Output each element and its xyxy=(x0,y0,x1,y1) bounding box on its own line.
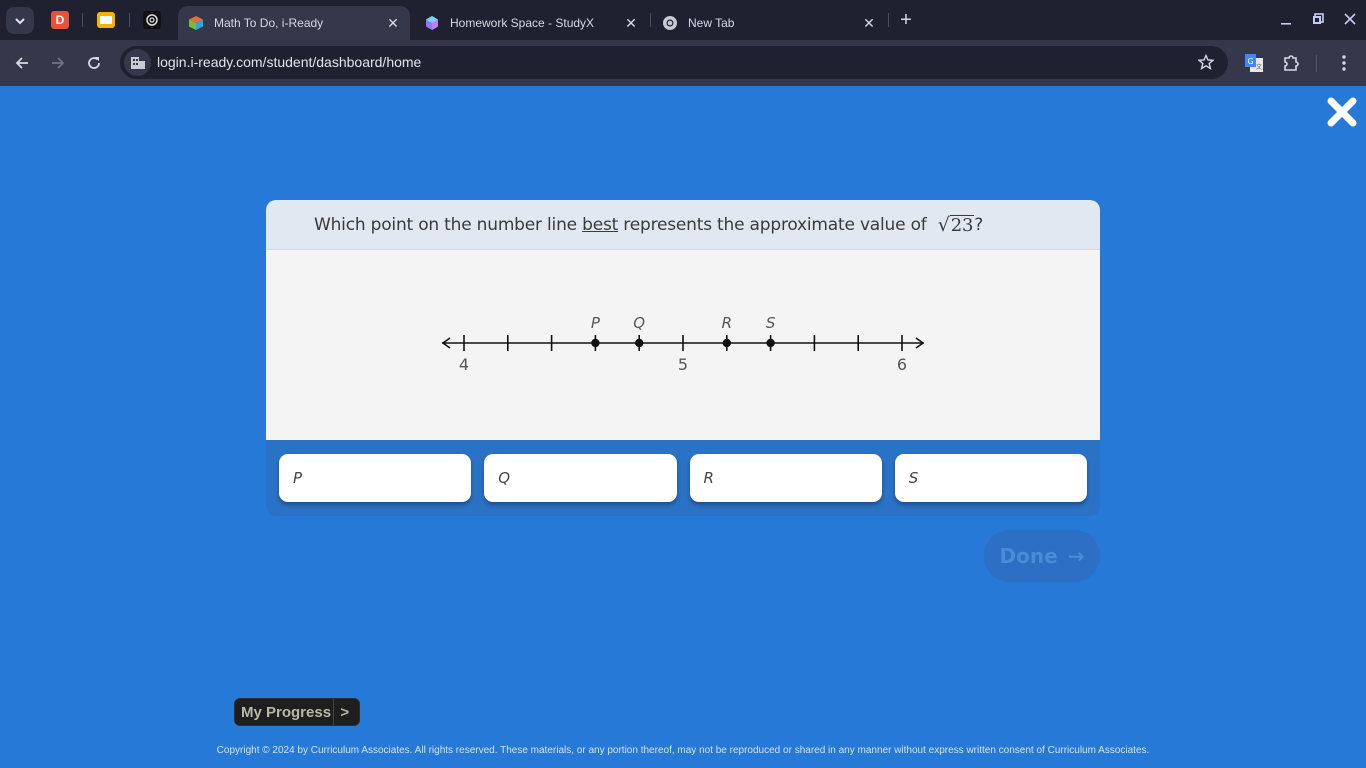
tab-title: New Tab xyxy=(688,16,735,30)
radical-sign: √ xyxy=(937,213,950,236)
minimize-icon xyxy=(1281,23,1291,25)
dashlane-icon: D xyxy=(55,13,65,27)
iready-favicon-icon xyxy=(189,16,203,30)
close-tab-icon[interactable]: ✕ xyxy=(384,14,402,32)
tick-label: 5 xyxy=(678,355,688,374)
done-button[interactable]: Done → xyxy=(984,530,1100,582)
figure-area: 4 5 6 P Q R S xyxy=(266,250,1100,440)
google-translate-extension[interactable]: G文 xyxy=(1243,52,1265,74)
my-progress-label: My Progress xyxy=(241,703,332,721)
my-progress-button[interactable]: My Progress > xyxy=(234,698,360,726)
tab-studyx[interactable]: Homework Space - StudyX ✕ xyxy=(414,6,648,40)
chevron-right-icon: > xyxy=(333,699,359,725)
chevron-down-icon xyxy=(15,17,25,24)
close-icon xyxy=(1344,13,1356,25)
reload-button[interactable] xyxy=(82,51,106,75)
tab-separator xyxy=(888,13,889,27)
tab-separator xyxy=(129,13,130,27)
pinned-tab-chatgpt[interactable] xyxy=(143,11,161,29)
reload-icon xyxy=(88,57,100,69)
browser-menu-button[interactable] xyxy=(1333,52,1355,74)
back-arrow-icon xyxy=(15,57,28,69)
choice-label: Q xyxy=(498,469,511,487)
point-label-q: Q xyxy=(633,314,645,332)
choice-s[interactable]: S xyxy=(894,454,1087,502)
tab-search-button[interactable] xyxy=(6,7,34,34)
slides-icon xyxy=(97,12,115,28)
tab-separator xyxy=(650,13,651,27)
point-q xyxy=(635,338,644,348)
close-icon xyxy=(1327,97,1357,127)
close-lesson-button[interactable] xyxy=(1326,96,1358,128)
point-s xyxy=(766,338,775,348)
svg-text:文: 文 xyxy=(1256,63,1262,71)
tab-strip: D Math To Do, i-Ready ✕ Homework Space -… xyxy=(0,0,1366,40)
studyx-favicon-icon xyxy=(426,16,438,30)
done-label: Done xyxy=(999,544,1058,568)
question-end: ? xyxy=(974,214,984,235)
square-root-expression: √ 23 xyxy=(937,213,975,236)
puzzle-piece-icon xyxy=(1284,55,1299,71)
pinned-tab-dashlane[interactable]: D xyxy=(51,11,69,29)
radicand: 23 xyxy=(949,214,975,236)
close-window-button[interactable] xyxy=(1338,8,1362,30)
site-info-icon xyxy=(130,56,145,69)
tab-new-tab[interactable]: New Tab ✕ xyxy=(652,6,886,40)
close-tab-icon[interactable]: ✕ xyxy=(622,14,640,32)
restore-button[interactable] xyxy=(1306,8,1330,30)
minimize-button[interactable] xyxy=(1274,8,1298,30)
tab-separator xyxy=(82,13,83,27)
point-r xyxy=(722,338,731,348)
tick-label: 6 xyxy=(897,355,907,374)
question-prompt: Which point on the number line best repr… xyxy=(266,200,1100,250)
number-line: 4 5 6 P Q R S xyxy=(441,314,925,374)
answer-choices: P Q R S xyxy=(266,440,1100,516)
extensions-button[interactable] xyxy=(1280,52,1302,74)
question-emphasis: best xyxy=(582,214,619,235)
star-icon xyxy=(1198,54,1214,70)
forward-arrow-icon xyxy=(52,57,65,69)
tick-label: 4 xyxy=(459,355,469,374)
choice-label: P xyxy=(293,469,303,487)
point-p xyxy=(591,338,600,348)
bookmark-button[interactable] xyxy=(1196,52,1216,72)
chrome-icon xyxy=(663,16,677,30)
google-translate-icon: G文 xyxy=(1245,54,1263,72)
choice-label: R xyxy=(703,469,714,487)
question-text-suffix: represents the approximate value of xyxy=(618,214,932,235)
close-tab-icon[interactable]: ✕ xyxy=(860,14,878,32)
restore-icon xyxy=(1313,13,1324,24)
site-info-button[interactable] xyxy=(124,49,151,76)
tab-title: Homework Space - StudyX xyxy=(450,16,595,30)
chatgpt-icon xyxy=(146,14,158,26)
copyright-notice: Copyright © 2024 by Curriculum Associate… xyxy=(216,745,1150,756)
question-text-prefix: Which point on the number line xyxy=(314,214,583,235)
kebab-menu-icon xyxy=(1342,55,1346,71)
pinned-tab-slides[interactable] xyxy=(97,11,115,29)
url-text: login.i-ready.com/student/dashboard/home xyxy=(157,54,422,70)
toolbar-separator xyxy=(1316,55,1317,72)
tab-iready[interactable]: Math To Do, i-Ready ✕ xyxy=(178,6,410,40)
choice-r[interactable]: R xyxy=(689,454,882,502)
back-button[interactable] xyxy=(10,51,34,75)
tab-title: Math To Do, i-Ready xyxy=(214,16,324,30)
question-card: Which point on the number line best repr… xyxy=(266,200,1100,516)
arrow-right-icon: → xyxy=(1067,544,1085,568)
choice-label: S xyxy=(908,469,919,487)
choice-q[interactable]: Q xyxy=(484,454,677,502)
point-label-p: P xyxy=(591,314,601,332)
svg-text:G: G xyxy=(1248,57,1254,66)
new-tab-button[interactable]: + xyxy=(896,10,916,30)
point-label-r: R xyxy=(722,314,732,332)
point-label-s: S xyxy=(766,314,776,332)
forward-button[interactable] xyxy=(46,51,70,75)
browser-toolbar: login.i-ready.com/student/dashboard/home… xyxy=(0,40,1366,86)
address-bar[interactable]: login.i-ready.com/student/dashboard/home xyxy=(120,46,1228,79)
choice-p[interactable]: P xyxy=(279,454,472,502)
